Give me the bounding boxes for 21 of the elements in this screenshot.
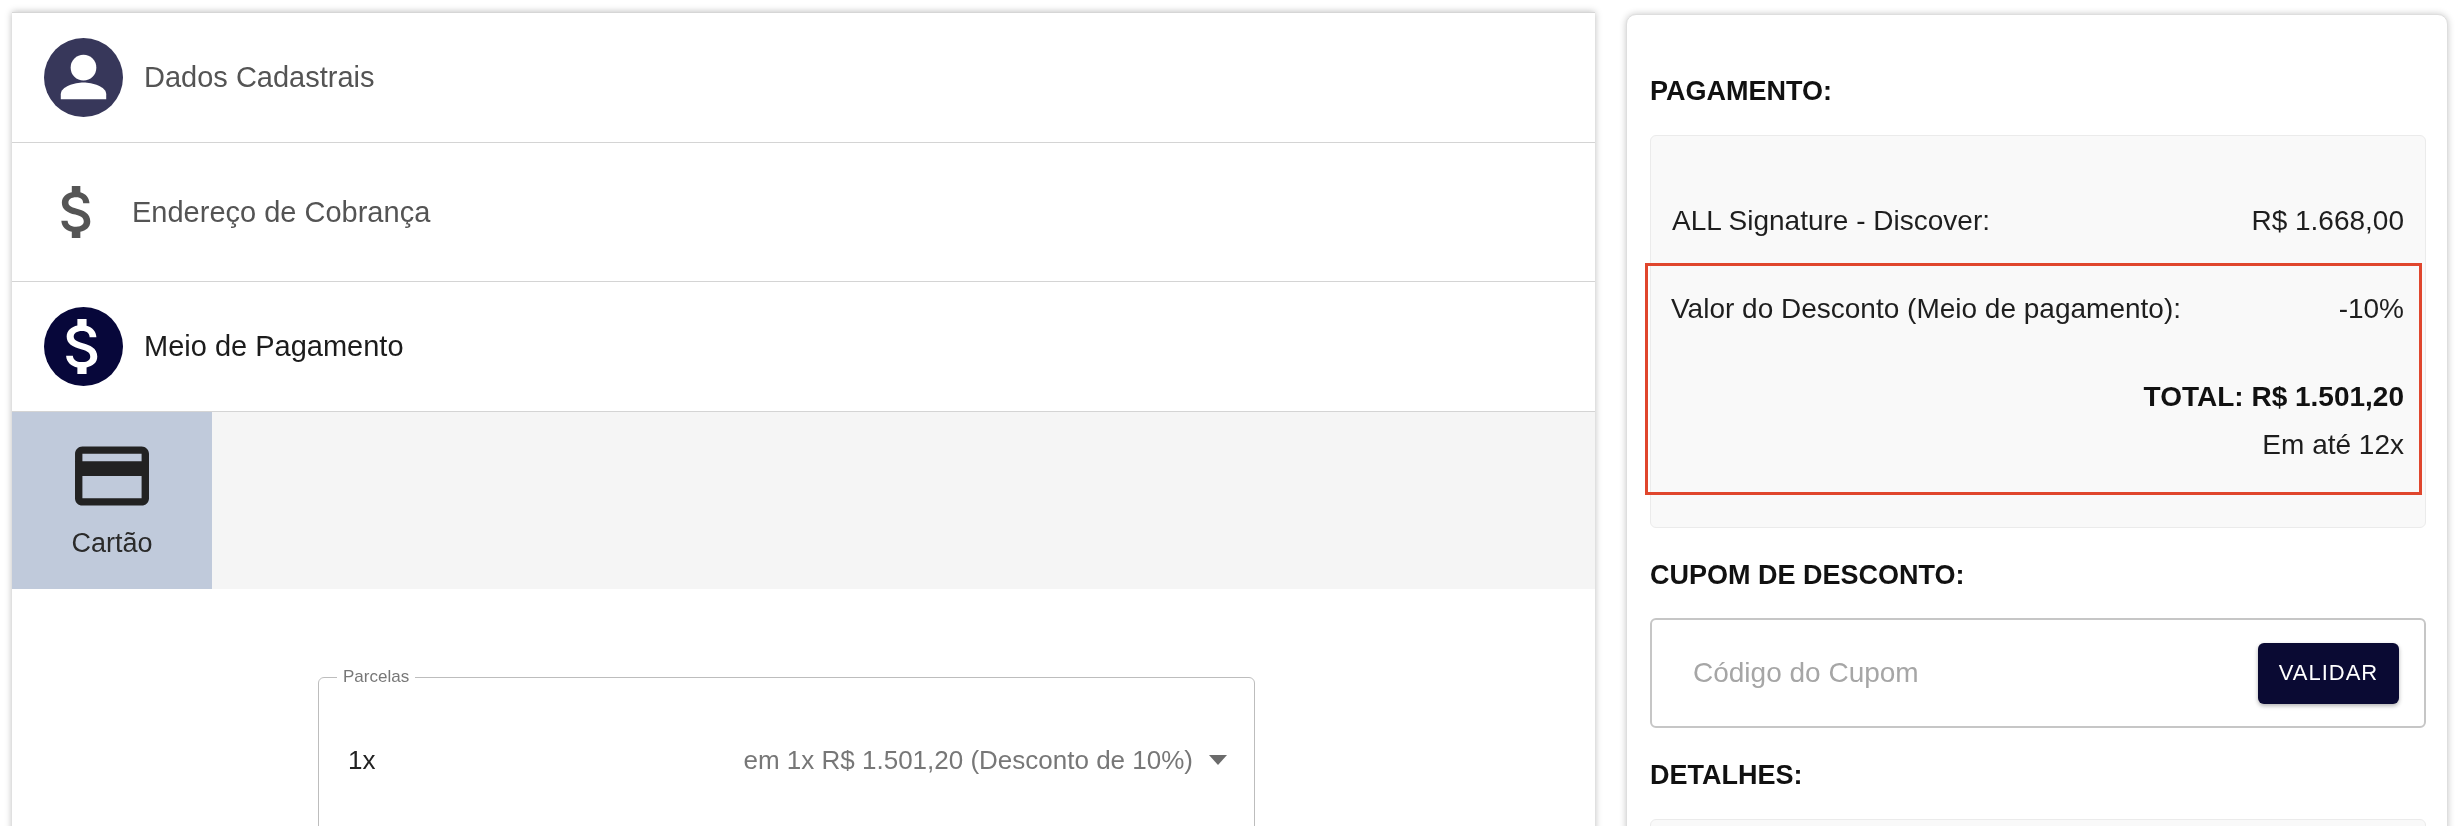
step-title[interactable]: Meio de Pagamento <box>144 330 404 363</box>
step-title[interactable]: Endereço de Cobrança <box>132 195 431 229</box>
section-heading: DETALHES: <box>1650 759 1804 792</box>
payment-method-tab[interactable]: Cartão <box>12 412 212 589</box>
section-heading: PAGAMENTO: <box>1650 75 1833 108</box>
validate-button[interactable]: VALIDAR <box>2258 642 2399 704</box>
field-label: Parcelas <box>342 667 411 687</box>
select-value: 1x <box>348 744 376 776</box>
step-title[interactable]: Dados Cadastrais <box>144 61 375 94</box>
installments-note: Em até 12x <box>2262 428 2404 462</box>
total-amount: TOTAL: R$ 1.501,20 <box>2143 380 2404 414</box>
credit-card-icon <box>75 446 149 506</box>
coupon-field[interactable]: Código do Cupom VALIDAR <box>1650 618 2426 728</box>
line-value: R$ 1.668,00 <box>2251 204 2404 238</box>
caret-icon <box>1209 755 1227 765</box>
line-label: Valor do Desconto (Meio de pagamento): <box>1671 292 2181 326</box>
line-value: -10% <box>2338 292 2404 326</box>
installments-select[interactable]: Parcelas 1x em 1x R$ 1.501,20 (Desconto de 10%) <box>318 667 1255 826</box>
option-detail: em 1x R$ 1.501,20 (Desconto de 10%) <box>743 744 1193 776</box>
line-label: ALL Signature - Discover: <box>1672 204 1990 238</box>
section-heading: CUPOM DE DESCONTO: <box>1650 559 1966 592</box>
